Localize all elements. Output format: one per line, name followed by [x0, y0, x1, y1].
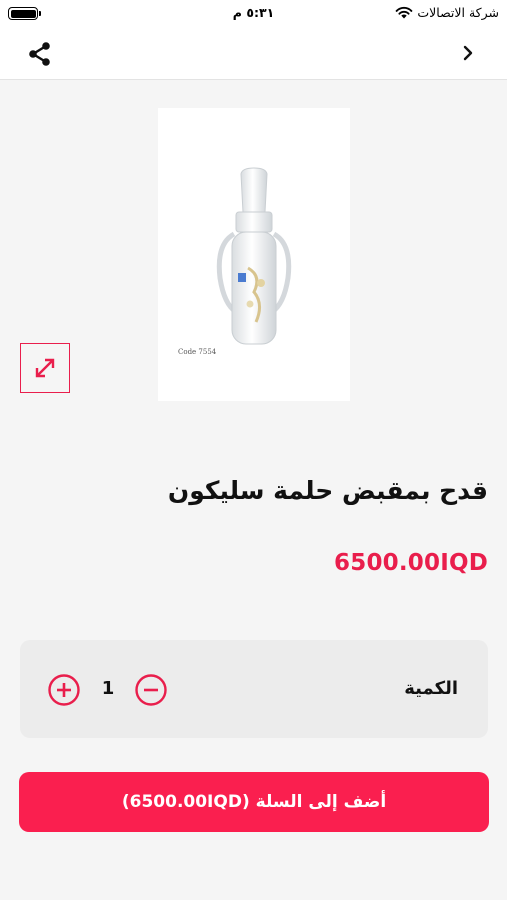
image-code-label: Code 7554 [178, 348, 217, 356]
add-to-cart-button[interactable]: أضف إلى السلة (6500.00IQD) [19, 772, 489, 832]
quantity-label: الكمية [404, 678, 458, 699]
expand-image-button[interactable] [20, 343, 70, 393]
product-title: قدح بمقبض حلمة سليكون [167, 476, 488, 505]
nav-bar [0, 28, 507, 80]
quantity-selector: 1 الكمية [20, 640, 488, 738]
minus-circle-icon[interactable] [134, 673, 168, 707]
plus-circle-icon[interactable] [47, 673, 81, 707]
wifi-icon [396, 6, 413, 19]
expand-icon [35, 358, 55, 378]
quantity-value: 1 [101, 678, 115, 699]
status-carrier-group: شركة الاتصالات [395, 5, 499, 20]
product-price: 6500.00IQD [334, 550, 488, 576]
carrier-name: شركة الاتصالات [417, 5, 499, 20]
status-bar: ٥:٣١ م شركة الاتصالات [0, 0, 507, 28]
share-icon[interactable] [26, 40, 54, 68]
bottle-illustration: Code 7554 [178, 167, 292, 356]
product-image[interactable]: Code 7554 [158, 108, 350, 401]
chevron-right-icon[interactable] [461, 42, 477, 64]
